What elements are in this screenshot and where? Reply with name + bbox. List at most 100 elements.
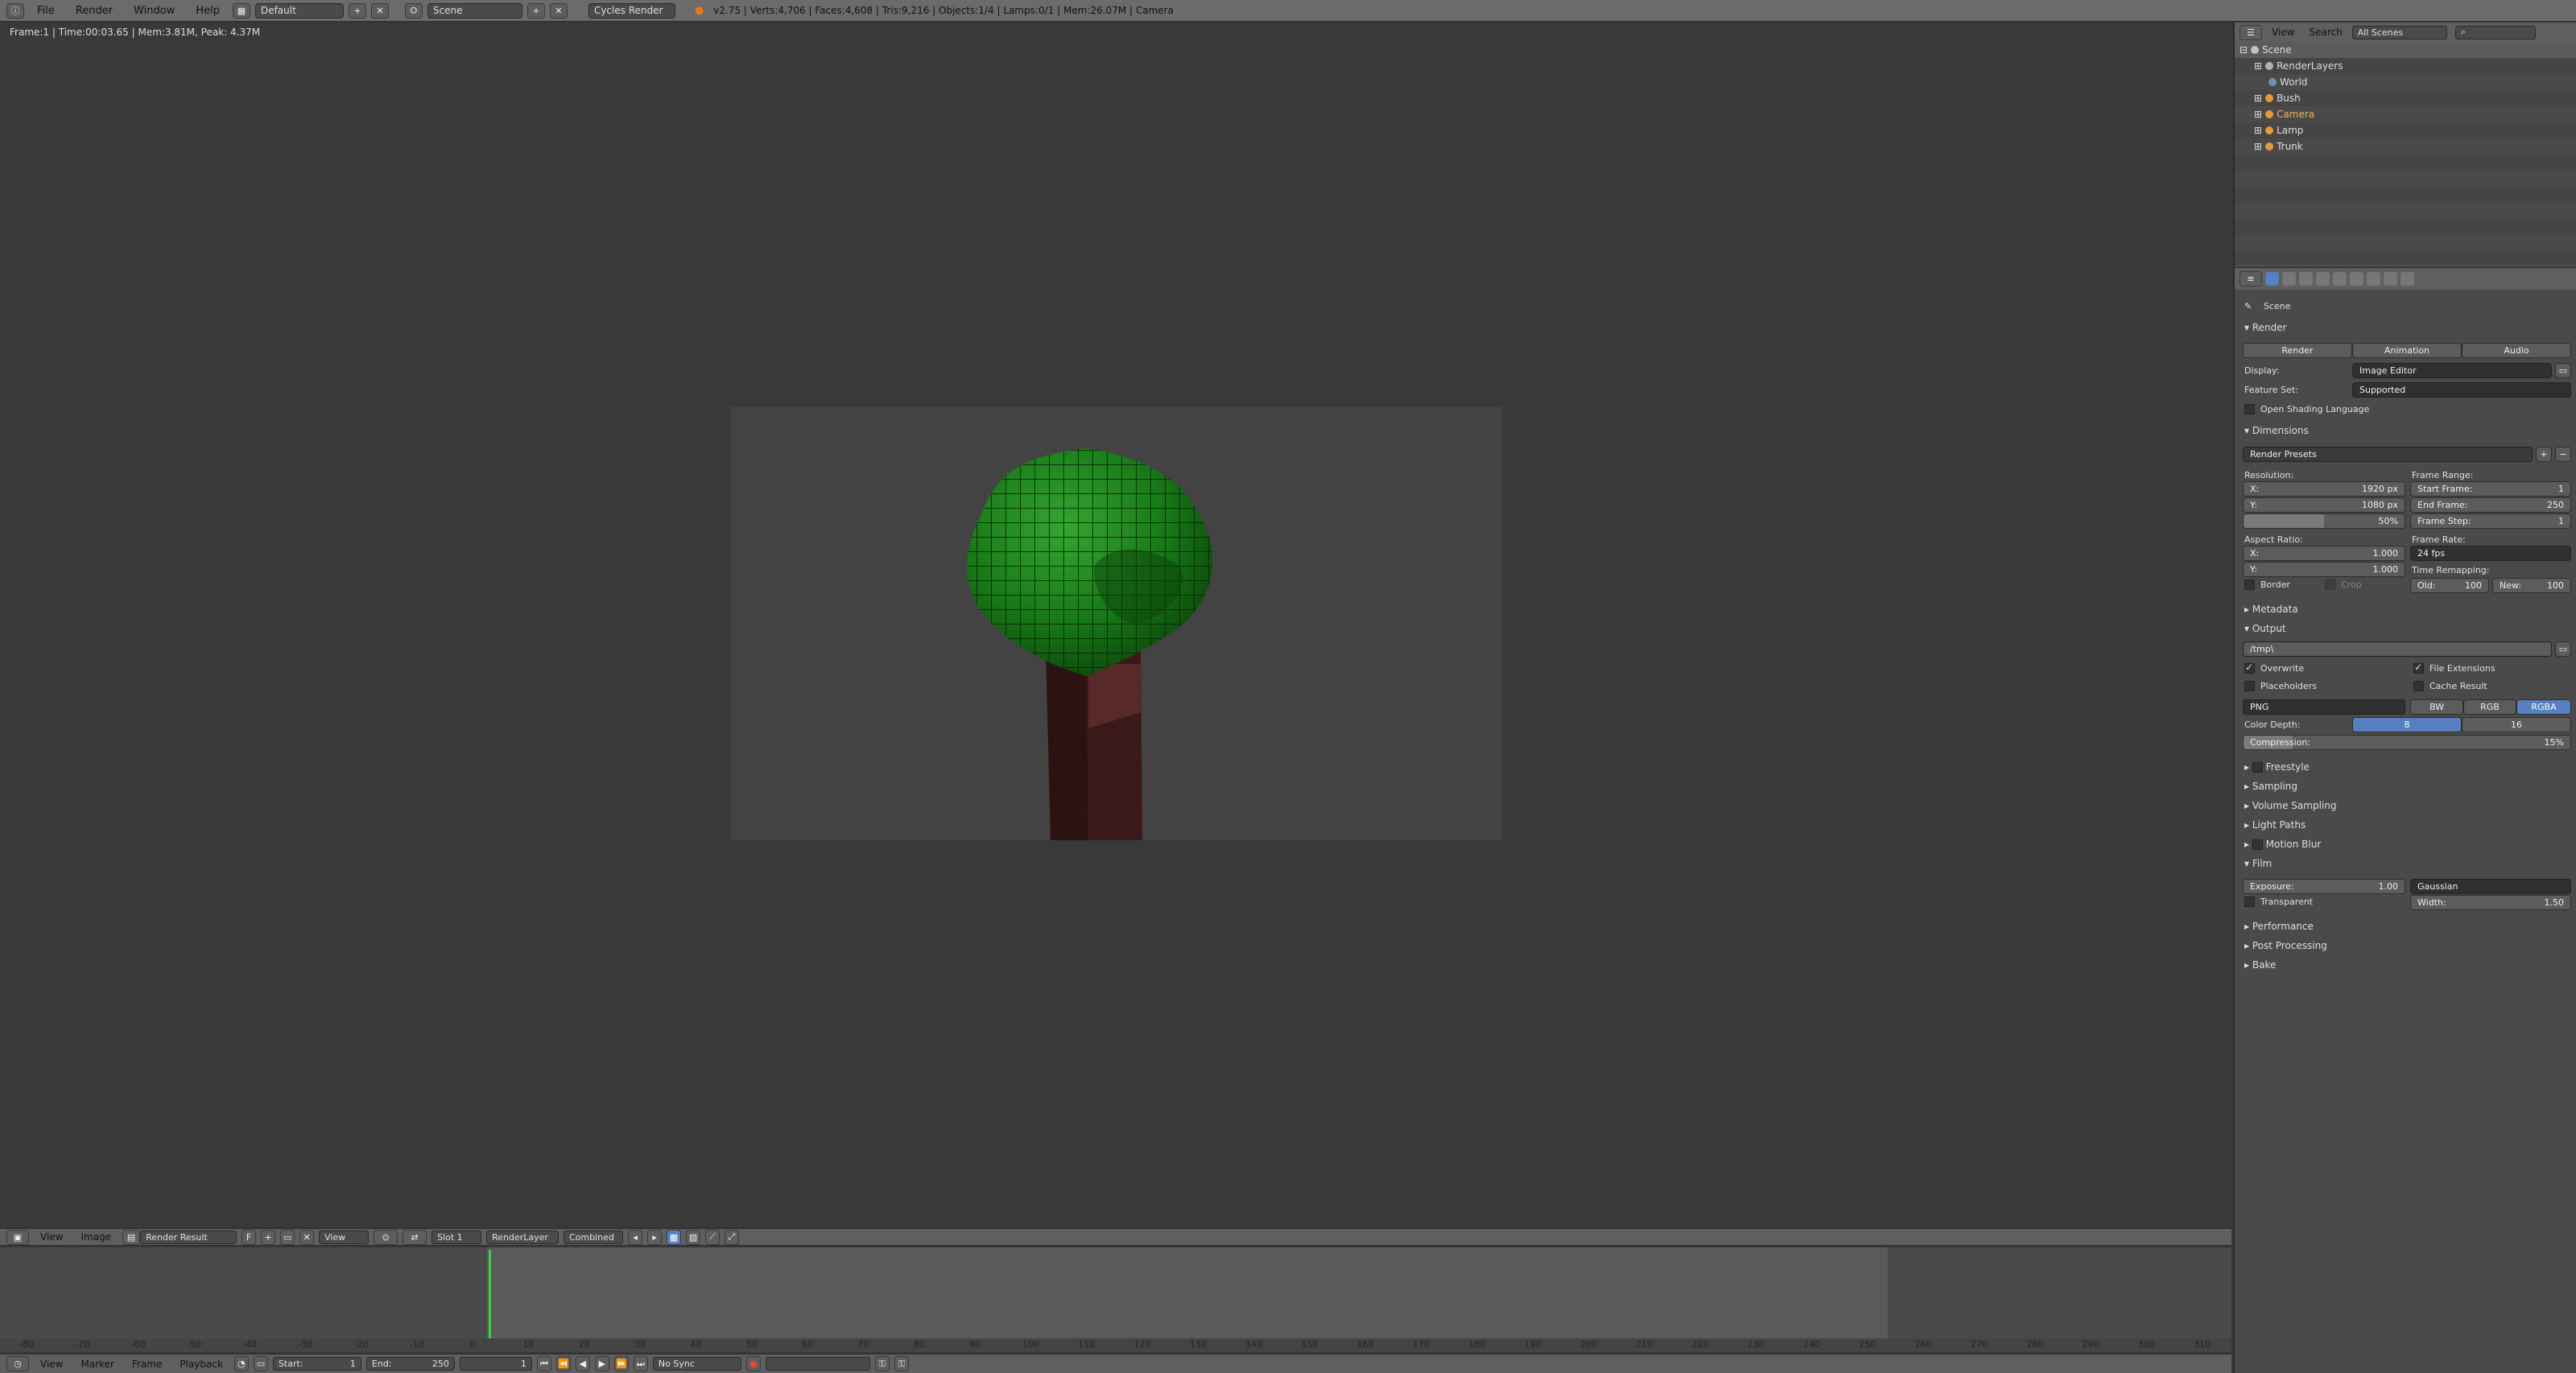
menu-search[interactable]: Search [2304,27,2347,38]
dimensions-panel-title[interactable]: ▾ Dimensions [2244,425,2309,436]
crop-checkbox[interactable] [2325,579,2335,590]
new-image-icon[interactable]: + [261,1229,276,1245]
outliner-row-camera[interactable]: ⊞ Camera [2235,106,2576,122]
output-panel-title[interactable]: ▾ Output [2244,623,2286,634]
jump-end-icon[interactable]: ⏭ [633,1356,648,1371]
constraints-tab-icon[interactable] [2350,272,2363,286]
menu-frame[interactable]: Frame [126,1359,168,1370]
filter-type-select[interactable]: Gaussian [2410,879,2571,894]
scene-field[interactable]: Scene [427,2,522,19]
render-presets-select[interactable]: Render Presets [2243,447,2533,462]
animation-button[interactable]: Animation [2352,343,2462,358]
color-mode-rgb[interactable]: RGB [2463,699,2516,715]
border-checkbox[interactable] [2244,579,2255,590]
play-icon[interactable]: ▶ [594,1356,609,1371]
start-frame-field[interactable]: Start: 1 [272,1357,361,1371]
current-frame-field[interactable]: 1 [459,1357,532,1371]
jump-start-icon[interactable]: ⏮ [536,1356,551,1371]
frame-rate-select[interactable]: 24 fps [2410,546,2571,561]
file-extensions-checkbox[interactable] [2413,662,2424,674]
texture-tab-icon[interactable] [2401,272,2414,286]
lock-range-icon[interactable]: ▭ [253,1356,268,1371]
time-old-field[interactable]: Old: 100 [2410,578,2489,593]
remove-preset-icon[interactable]: − [2555,447,2571,462]
screen-layout-icon[interactable]: ▦ [232,2,250,19]
menu-help[interactable]: Help [188,5,228,17]
expand-icon[interactable]: ⊞ [2254,109,2262,120]
film-panel-title[interactable]: ▾ Film [2244,858,2272,869]
sync-select[interactable]: No Sync [652,1357,741,1371]
motion-blur-panel-title[interactable]: ▸ Motion Blur [2244,839,2321,850]
preview-range-icon[interactable]: ◔ [233,1356,249,1371]
color-mode-rgba[interactable]: RGBA [2516,699,2571,715]
timeline-ruler[interactable]: -80 -70 -60 -50 -40 -30 -20 -10 0 10 20 30 40 50 60 70 8… [0,1338,2231,1352]
menu-window[interactable]: Window [126,5,183,17]
keying-set-field[interactable] [765,1357,870,1371]
expand-icon[interactable]: ⊞ [2254,141,2262,152]
aspect-x-field[interactable]: X: 1.000 [2243,546,2405,561]
outliner-row-renderlayers[interactable]: ⊞ RenderLayers [2235,58,2576,74]
display-rgb-alpha-icon[interactable]: ▩ [667,1229,682,1245]
scene-icon[interactable]: ⛭ [404,2,423,19]
menu-render[interactable]: Render [68,5,121,17]
delete-keyframe-icon[interactable]: ⚿ [894,1356,909,1371]
start-frame-field[interactable]: Start Frame: 1 [2410,481,2571,497]
add-scene-icon[interactable]: + [526,2,545,19]
color-depth-8[interactable]: 8 [2352,717,2462,732]
output-path-field[interactable]: /tmp\ [2243,641,2552,657]
motion-blur-checkbox[interactable] [2252,839,2263,850]
freestyle-panel-title[interactable]: ▸ Freestyle [2244,761,2310,773]
render-pass-select[interactable]: Combined [564,1230,624,1244]
cache-result-checkbox[interactable] [2413,681,2424,691]
bake-panel-title[interactable]: ▸ Bake [2244,959,2276,971]
scopes-icon[interactable]: ⟋ [705,1229,720,1245]
render-engine-select[interactable]: Cycles Render [588,2,675,19]
end-frame-field[interactable]: End: 250 [365,1357,455,1371]
light-paths-panel-title[interactable]: ▸ Light Paths [2244,819,2306,831]
prev-keyframe-icon[interactable]: ⏪ [555,1356,571,1371]
resolution-y-field[interactable]: Y: 1080 px [2243,497,2405,513]
time-new-field[interactable]: New: 100 [2492,578,2571,593]
curve-icon[interactable]: ⤢ [724,1229,740,1245]
aspect-y-field[interactable]: Y: 1.000 [2243,562,2405,577]
exposure-field[interactable]: Exposure: 1.00 [2243,879,2405,894]
editor-type-icon[interactable]: ◷ [6,1356,29,1371]
prev-pass-icon[interactable]: ◂ [628,1229,643,1245]
filter-width-field[interactable]: Width: 1.50 [2410,895,2571,910]
render-tab-icon[interactable] [2265,272,2279,286]
view-mode-select[interactable]: View [319,1230,369,1244]
editor-type-icon[interactable]: ⓘ [6,2,24,19]
end-frame-field[interactable]: End Frame: 250 [2410,497,2571,513]
volume-sampling-panel-title[interactable]: ▸ Volume Sampling [2244,800,2336,811]
object-tab-icon[interactable] [2333,272,2347,286]
outliner-tree[interactable]: ⊟ Scene ⊞ RenderLayers World ⊞ Bush ⊞ Ca… [2235,42,2576,264]
timeline-current-frame-cursor[interactable] [489,1250,491,1340]
color-depth-16[interactable]: 16 [2462,717,2571,732]
slot-arrows-icon[interactable]: ⇄ [402,1229,427,1245]
browse-folder-icon[interactable]: ▭ [2555,641,2571,657]
material-tab-icon[interactable] [2384,272,2397,286]
next-keyframe-icon[interactable]: ⏩ [613,1356,629,1371]
slot-select[interactable]: Slot 1 [431,1230,482,1244]
open-image-icon[interactable]: ▭ [280,1229,295,1245]
frame-step-field[interactable]: Frame Step: 1 [2410,513,2571,529]
scene-tab-icon[interactable] [2299,272,2313,286]
sampling-panel-title[interactable]: ▸ Sampling [2244,781,2297,792]
render-panel-title[interactable]: ▾ Render [2244,322,2287,333]
pivot-icon[interactable]: ⊙ [374,1229,398,1245]
color-mode-bw[interactable]: BW [2410,699,2463,715]
render-button[interactable]: Render [2243,343,2352,358]
freestyle-checkbox[interactable] [2252,762,2263,773]
file-format-select[interactable]: PNG [2243,699,2405,715]
fake-user-button[interactable]: F [242,1229,257,1245]
remove-layout-icon[interactable]: ✕ [370,2,389,19]
resolution-percentage-slider[interactable]: 50% [2243,513,2405,529]
compression-slider[interactable]: Compression: 15% [2243,735,2571,750]
outliner-search-input[interactable]: ⌕ [2454,25,2536,39]
browse-image-icon[interactable]: ▤ [122,1229,141,1245]
menu-playback[interactable]: Playback [173,1359,229,1370]
outliner-row-scene[interactable]: ⊟ Scene [2235,42,2576,58]
play-reverse-icon[interactable]: ◀ [575,1356,590,1371]
add-layout-icon[interactable]: + [348,2,366,19]
screen-layout-field[interactable]: Default [254,2,344,19]
